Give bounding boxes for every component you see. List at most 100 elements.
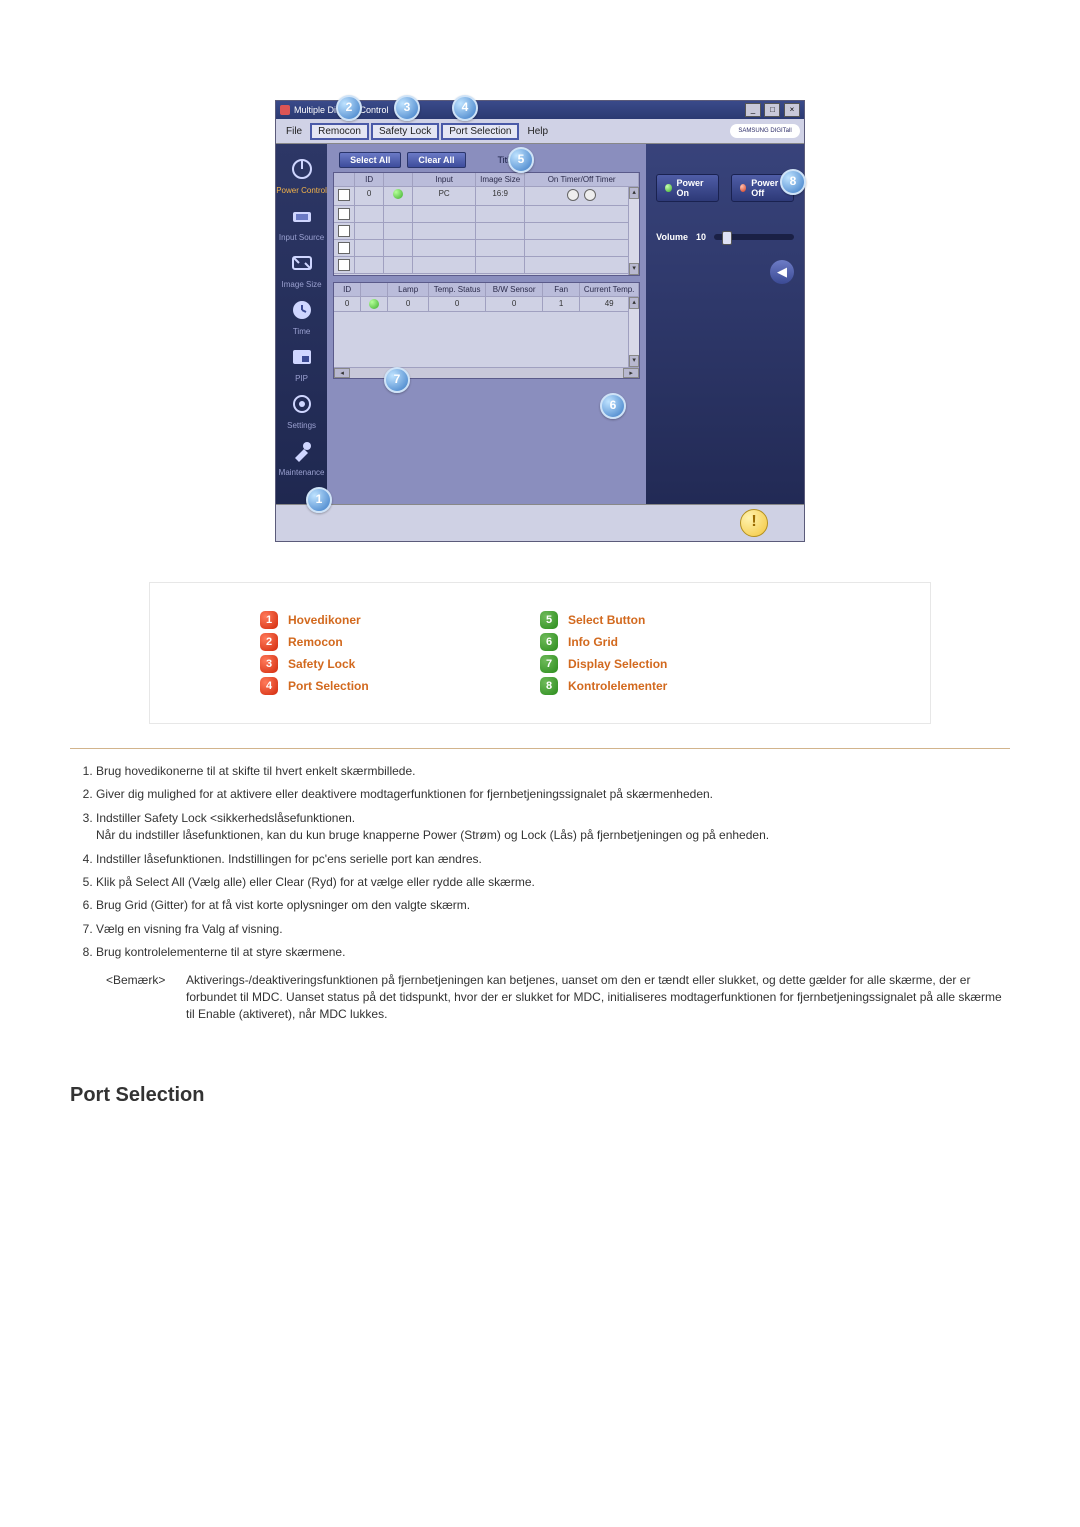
legend-item: 4 Port Selection [260,677,540,695]
grid2-h-bw-sensor: B/W Sensor [486,283,543,297]
callout-1: 1 [306,487,332,513]
desc-item-5: Klik på Select All (Vælg alle) eller Cle… [96,874,1010,891]
grid2-h-fan: Fan [543,283,580,297]
g2-temp: 0 [429,297,486,312]
power-control-icon[interactable] [285,154,319,184]
legend-badge: 4 [260,677,278,695]
grid2-scrollbar-v[interactable]: ▴▾ [628,297,639,367]
sidebar-label-power: Power Control [276,186,327,195]
minimize-button[interactable]: _ [745,103,761,117]
menu-bar: File Remocon Safety Lock Port Selection … [276,119,804,144]
grid1-empty-row [334,206,639,223]
legend-badge: 3 [260,655,278,673]
row-id: 0 [355,187,384,206]
status-bar: ! [276,504,804,541]
grid2-row[interactable]: 0 0 0 0 1 49 [334,297,639,312]
callout-6: 6 [600,393,626,419]
legend-label: Info Grid [568,635,618,649]
settings-icon[interactable] [285,389,319,419]
row-checkbox[interactable] [338,189,350,201]
row-timer-radio-2[interactable] [584,189,596,201]
row-checkbox[interactable] [338,208,350,220]
grid1-h-status [384,173,413,187]
selection-grid: ID Input Image Size On Timer/Off Timer 0… [333,172,640,276]
note-label: <Bemærk> [106,972,186,1024]
maintenance-icon[interactable] [285,436,319,466]
desc-item-3: Indstiller Safety Lock <sikkerhedslåsefu… [96,810,1010,845]
close-button[interactable]: × [784,103,800,117]
menu-help[interactable]: Help [521,125,554,138]
volume-slider[interactable] [714,234,794,240]
menu-port-selection[interactable]: Port Selection [441,123,519,140]
legend-label: Select Button [568,613,645,627]
grid2-h-status [361,283,388,297]
legend-label: Remocon [288,635,343,649]
callout-5: 5 [508,147,534,173]
legend-label: Display Selection [568,657,667,671]
callout-4: 4 [452,95,478,121]
grid1-row[interactable]: 0 PC 16:9 [334,187,639,206]
pip-icon[interactable] [285,342,319,372]
grid2-scrollbar-h[interactable]: ◂▸ [334,367,639,378]
clear-all-button[interactable]: Clear All [407,152,465,168]
legend-badge: 5 [540,611,558,629]
desc-item-1: Brug hovedikonerne til at skifte til hve… [96,763,1010,780]
description-list: Brug hovedikonerne til at skifte til hve… [70,763,1010,962]
grid1-empty-row [334,257,639,274]
callout-2: 2 [336,95,362,121]
speaker-icon[interactable]: ◀ [770,260,794,284]
desc-item-4: Indstiller låsefunktionen. Indstillingen… [96,851,1010,868]
row-timer-radio[interactable] [567,189,579,201]
legend-badge: 1 [260,611,278,629]
sidebar-label-time: Time [293,327,310,336]
legend: 1 Hovedikoner 2 Remocon 3 Safety Lock 4 … [149,582,931,724]
desc-item-3a: Indstiller Safety Lock <sikkerhedslåsefu… [96,811,355,825]
grid1-empty-row [334,223,639,240]
main-area: Select All Clear All Title ID Input Imag… [327,144,646,504]
power-on-button[interactable]: Power On [656,174,719,202]
row-checkbox[interactable] [338,225,350,237]
menu-file[interactable]: File [280,125,308,138]
row-status-icon [393,189,403,199]
volume-slider-thumb[interactable] [722,231,732,245]
volume-label: Volume [656,232,688,242]
image-size-icon[interactable] [285,248,319,278]
grid1-h-imagesize: Image Size [476,173,525,187]
sidebar-label-settings: Settings [287,421,316,430]
control-panel: Power On Power Off Volume 10 ◀ [646,144,804,504]
row-input: PC [413,187,476,206]
grid1-scrollbar[interactable]: ▴▾ [628,187,639,275]
sidebar: Power Control Input Source Image Size Ti… [276,144,327,504]
legend-item: 2 Remocon [260,633,540,651]
legend-item: 1 Hovedikoner [260,611,540,629]
window-buttons: _ □ × [744,103,800,117]
sidebar-label-input: Input Source [279,233,324,242]
section-heading: Port Selection [70,1084,1010,1107]
grid2-h-current-temp: Current Temp. [580,283,639,297]
grid2-h-temp-status: Temp. Status [429,283,486,297]
legend-item: 7 Display Selection [540,655,820,673]
legend-item: 3 Safety Lock [260,655,540,673]
select-all-button[interactable]: Select All [339,152,401,168]
grid1-h-check [334,173,355,187]
callout-3: 3 [394,95,420,121]
warning-icon: ! [740,509,768,537]
row-checkbox[interactable] [338,259,350,271]
menu-safety-lock[interactable]: Safety Lock [371,123,439,140]
legend-badge: 6 [540,633,558,651]
legend-item: 5 Select Button [540,611,820,629]
menu-remocon[interactable]: Remocon [310,123,369,140]
grid1-header: ID Input Image Size On Timer/Off Timer [334,173,639,187]
maximize-button[interactable]: □ [764,103,780,117]
legend-badge: 8 [540,677,558,695]
input-source-icon[interactable] [285,201,319,231]
note-block: <Bemærk> Aktiverings-/deaktiveringsfunkt… [106,972,1010,1024]
grid2-header: ID Lamp Temp. Status B/W Sensor Fan Curr… [334,283,639,297]
volume-value: 10 [696,232,706,242]
g2-id: 0 [334,297,361,312]
row-checkbox[interactable] [338,242,350,254]
time-icon[interactable] [285,295,319,325]
desc-item-8: Brug kontrolelementerne til at styre skæ… [96,944,1010,961]
grid1-h-id: ID [355,173,384,187]
power-on-label: Power On [677,178,710,198]
